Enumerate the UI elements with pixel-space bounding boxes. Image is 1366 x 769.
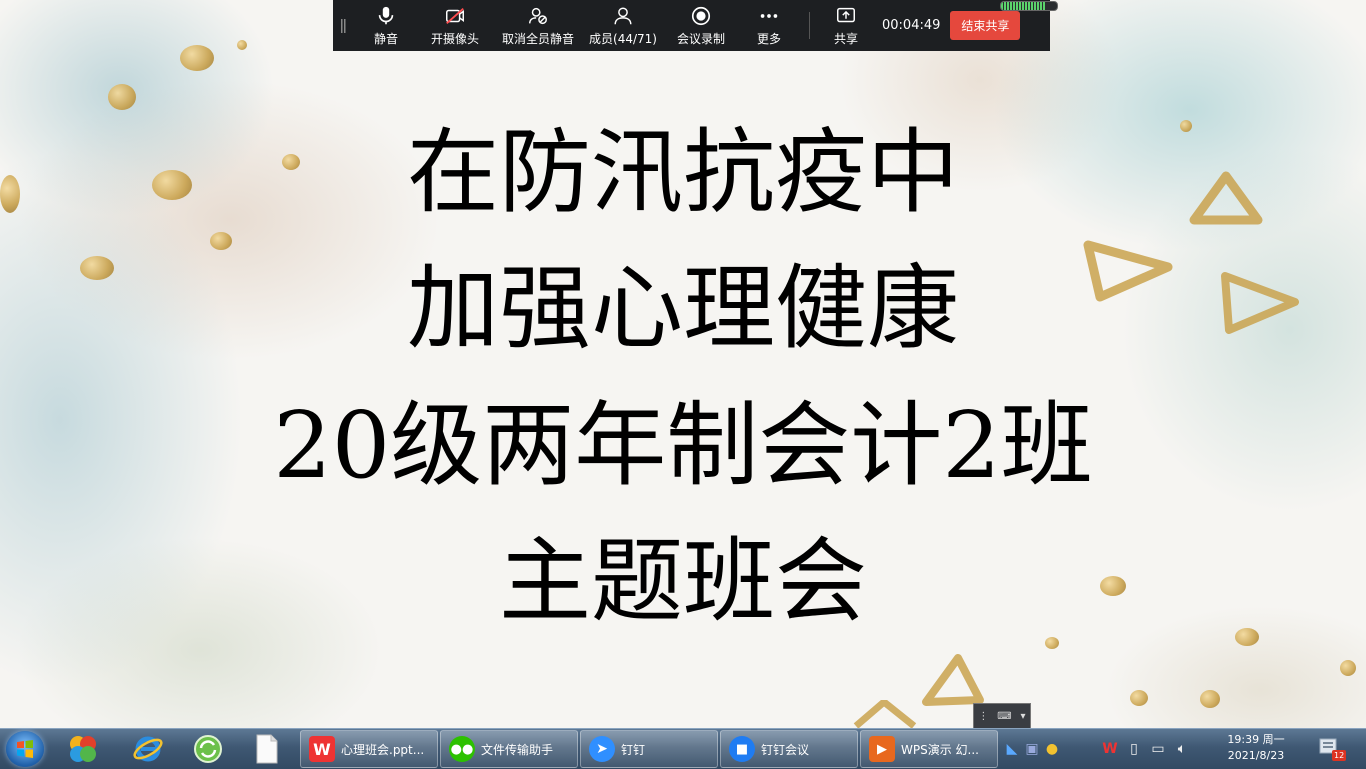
gold-flake — [180, 45, 214, 71]
presentation-slide: 在防汛抗疫中 加强心理健康 20级两年制会计2班 主题班会 — [0, 0, 1366, 728]
taskbar-item-wechat[interactable]: ●● 文件传输助手 — [440, 730, 578, 768]
gold-flake — [210, 232, 232, 250]
document-icon — [256, 734, 278, 764]
clock-time: 19:39 周一 — [1227, 733, 1285, 746]
record-icon — [691, 6, 711, 25]
action-center-button[interactable]: 12 — [1316, 735, 1347, 763]
qq-pinyin-tray-icon[interactable]: ▣ — [1022, 741, 1042, 757]
slide-title-line-2: 加强心理健康 — [406, 255, 959, 362]
taskbar-item-dingtalk[interactable]: ➤ 钉钉 — [580, 730, 718, 768]
taskbar-item-label: 钉钉会议 — [761, 742, 810, 757]
gold-triangle — [922, 654, 984, 706]
members-button[interactable]: 成员(44/71) — [583, 0, 663, 51]
windows-logo-icon — [17, 740, 33, 758]
gold-flake — [1045, 637, 1059, 649]
taskbar-item-label: 钉钉 — [621, 742, 646, 757]
share-button[interactable]: 共享 — [820, 0, 872, 51]
windows-taskbar: W 心理班会.ppt... ●● 文件传输助手 ➤ 钉钉 ■ 钉钉会议 ▶ WP… — [0, 728, 1366, 769]
gold-flake — [1130, 690, 1148, 706]
taskbar-item-label: WPS演示 幻... — [901, 742, 979, 757]
dingtalk-tray-icon[interactable]: ◣ — [1002, 741, 1022, 757]
camera-off-icon — [446, 7, 464, 24]
pinned-blank-file[interactable] — [244, 732, 290, 766]
meeting-toolbar: 静音 开摄像头 取消全员静音 成员(44/71) 会议录制 更多 共享 00:0… — [333, 0, 1058, 51]
unmute-all-button[interactable]: 取消全员静音 — [493, 0, 583, 51]
more-button[interactable]: 更多 — [739, 0, 799, 51]
system-clock[interactable]: 19:39 周一 2021/8/23 — [1220, 732, 1292, 764]
gold-triangle — [853, 700, 917, 728]
end-share-button[interactable]: 结束共享 — [950, 11, 1021, 40]
more-label: 更多 — [756, 31, 781, 46]
toolbar-divider — [809, 12, 810, 39]
wps-tray-icon[interactable]: W — [1098, 741, 1122, 757]
notification-badge: 12 — [1332, 750, 1347, 761]
slide-title-line-4: 主题班会 — [498, 528, 867, 635]
pinned-360-browser[interactable] — [60, 732, 106, 766]
slide-title-line-1: 在防汛抗疫中 — [406, 119, 959, 226]
input-tray-icon[interactable]: ● — [1042, 741, 1062, 757]
network-tray-icon[interactable]: ▭ — [1146, 741, 1170, 757]
mute-label: 静音 — [373, 31, 398, 46]
taskbar-item-label: 心理班会.ppt... — [341, 742, 425, 757]
record-label: 会议录制 — [676, 31, 725, 46]
mute-button[interactable]: 静音 — [355, 0, 417, 51]
wps-presentation-icon: ▶ — [869, 736, 895, 762]
usb-tray-icon[interactable]: ▯ — [1122, 741, 1146, 757]
gold-flake — [1235, 628, 1259, 646]
camera-button[interactable]: 开摄像头 — [417, 0, 493, 51]
grip-icon: ⋮ — [978, 710, 989, 722]
slide-title-line-3: 20级两年制会计2班 — [273, 392, 1093, 499]
more-icon — [760, 13, 778, 18]
gold-flake — [1340, 660, 1356, 676]
share-label: 共享 — [833, 31, 858, 46]
camera-label: 开摄像头 — [430, 31, 479, 46]
members-icon — [614, 6, 632, 24]
dropdown-arrow-icon: ▾ — [1020, 710, 1026, 722]
wps-writer-icon: W — [309, 736, 335, 762]
pinned-internet-explorer[interactable] — [125, 732, 171, 766]
unmute-all-icon — [529, 7, 547, 24]
sync-app-icon — [194, 735, 222, 763]
share-icon — [837, 7, 855, 22]
wechat-icon: ●● — [449, 736, 475, 762]
unmute-all-label: 取消全员静音 — [501, 31, 574, 46]
start-button[interactable] — [6, 731, 44, 767]
dingtalk-meeting-icon: ■ — [729, 736, 755, 762]
system-tray: ◣ ▣ ● — [1002, 729, 1062, 769]
dingtalk-icon: ➤ — [589, 736, 615, 762]
drag-handle-icon[interactable] — [333, 0, 355, 51]
keyboard-icon: ⌨ — [997, 710, 1012, 722]
taskbar-item-label: 文件传输助手 — [481, 742, 554, 757]
taskbar-item-wps-presentation[interactable]: ▶ WPS演示 幻... — [860, 730, 998, 768]
input-method-widget[interactable]: ⋮ ⌨ ▾ — [973, 703, 1031, 729]
internet-explorer-icon — [133, 736, 163, 762]
gold-flake — [1200, 690, 1220, 708]
audio-level-icon — [1000, 1, 1058, 11]
record-button[interactable]: 会议录制 — [663, 0, 739, 51]
browser-360-icon — [70, 736, 96, 762]
system-tray-right: W ▯ ▭ 🔈︎ — [1098, 729, 1194, 769]
meeting-timer: 00:04:49 — [882, 18, 941, 33]
gold-flake — [108, 84, 136, 110]
microphone-icon — [378, 6, 394, 24]
members-label: 成员(44/71) — [589, 31, 657, 46]
pinned-sync-app[interactable] — [185, 732, 231, 766]
taskbar-item-wps-writer[interactable]: W 心理班会.ppt... — [300, 730, 438, 768]
clock-date: 2021/8/23 — [1227, 749, 1285, 762]
gold-flake — [237, 40, 247, 50]
taskbar-item-dingtalk-meeting[interactable]: ■ 钉钉会议 — [720, 730, 858, 768]
volume-icon[interactable]: 🔈︎ — [1170, 741, 1194, 757]
